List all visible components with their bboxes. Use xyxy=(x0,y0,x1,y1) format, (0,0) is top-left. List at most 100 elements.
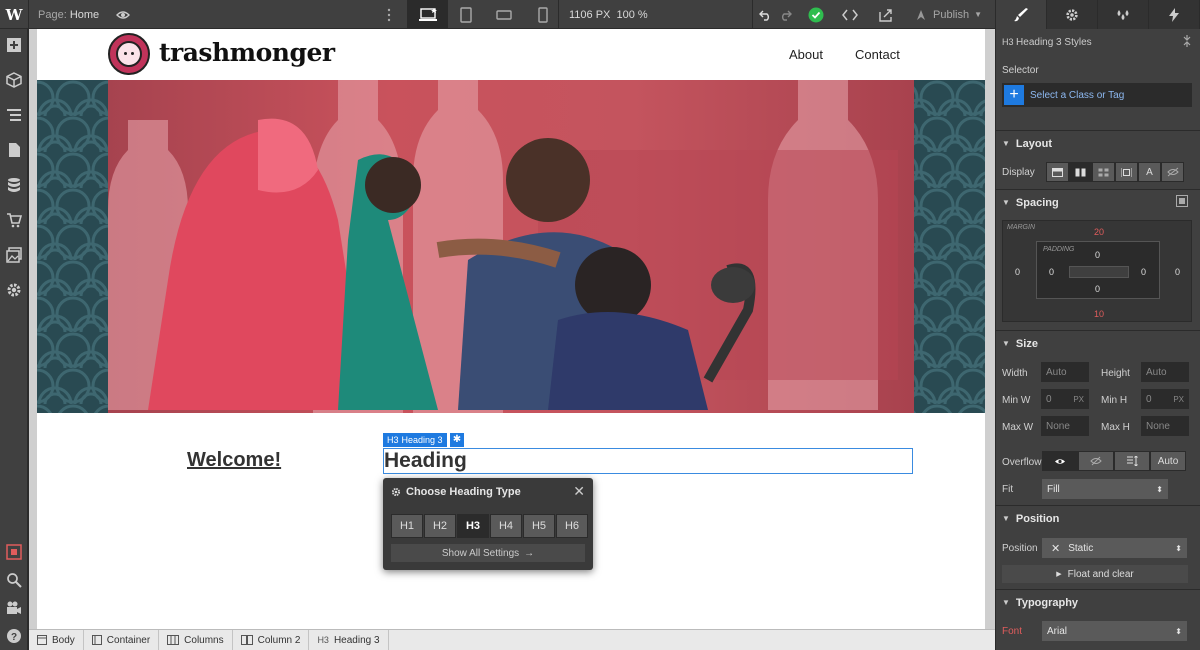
webflow-logo[interactable]: W xyxy=(0,0,28,29)
breadcrumb-container[interactable]: Container xyxy=(84,629,160,650)
margin-top-value[interactable]: 20 xyxy=(1094,227,1104,237)
margin-left-value[interactable]: 0 xyxy=(1015,267,1020,277)
selector-input[interactable]: + Select a Class or Tag xyxy=(1002,83,1192,107)
code-export-icon[interactable] xyxy=(838,0,862,29)
heading-type-h2[interactable]: H2 xyxy=(424,514,456,538)
popup-title: Choose Heading Type xyxy=(391,486,521,498)
more-options-icon[interactable] xyxy=(382,0,396,29)
padding-bottom-value[interactable]: 0 xyxy=(1095,284,1100,294)
nav-link-about[interactable]: About xyxy=(789,47,823,62)
close-icon[interactable]: ✕ xyxy=(573,483,585,500)
heading-type-h4[interactable]: H4 xyxy=(490,514,522,538)
heading-type-h3[interactable]: H3 xyxy=(457,514,489,538)
display-grid-icon[interactable] xyxy=(1092,162,1115,182)
search-icon[interactable] xyxy=(0,566,28,594)
max-width-input[interactable]: None xyxy=(1041,416,1089,436)
layout-section-header[interactable]: ▼ Layout xyxy=(996,130,1200,156)
tab-style-brush-icon[interactable] xyxy=(996,0,1047,29)
breadcrumb-heading-3[interactable]: H3 Heading 3 xyxy=(309,629,389,650)
width-input[interactable]: Auto xyxy=(1041,362,1089,382)
size-section-header[interactable]: ▼ Size xyxy=(996,330,1200,356)
padding-top-value[interactable]: 0 xyxy=(1095,250,1100,260)
breadcrumb-columns[interactable]: Columns xyxy=(159,629,233,650)
share-icon[interactable] xyxy=(874,0,898,29)
publish-button[interactable]: Publish ▼ xyxy=(910,0,986,29)
show-all-settings-button[interactable]: Show All Settings → xyxy=(391,544,585,562)
status-check-icon[interactable] xyxy=(804,0,828,29)
min-height-input[interactable]: 0 PX xyxy=(1141,389,1189,409)
redo-icon[interactable] xyxy=(776,0,794,29)
float-and-clear-toggle[interactable]: ▶ Float and clear xyxy=(1002,565,1188,583)
breadcrumb-column-2[interactable]: Column 2 xyxy=(233,629,310,650)
undo-icon[interactable] xyxy=(756,0,774,29)
element-settings-gear-icon[interactable]: ✱ xyxy=(450,433,464,447)
tab-settings-gear-icon[interactable] xyxy=(1047,0,1098,29)
display-inline-block-icon[interactable] xyxy=(1115,162,1138,182)
max-height-input[interactable]: None xyxy=(1141,416,1189,436)
margin-bottom-value[interactable]: 10 xyxy=(1094,309,1104,319)
cms-database-icon[interactable] xyxy=(0,171,28,199)
margin-box[interactable]: MARGIN 20 10 0 0 PADDING 0 0 0 0 xyxy=(1002,220,1192,322)
heading-type-h1[interactable]: H1 xyxy=(391,514,423,538)
spacing-expand-icon[interactable] xyxy=(1176,195,1190,207)
brand-logo-icon[interactable] xyxy=(108,33,150,75)
min-height-unit[interactable]: PX xyxy=(1173,395,1184,404)
heading-type-h6[interactable]: H6 xyxy=(556,514,588,538)
display-none-icon[interactable] xyxy=(1161,162,1184,182)
selected-tag-type: H3 xyxy=(387,435,399,445)
columns-row[interactable]: Welcome! H3 Heading 3 ✱ Heading Choose H… xyxy=(37,413,985,629)
display-block-icon[interactable] xyxy=(1046,162,1069,182)
record-icon[interactable] xyxy=(0,538,28,566)
mobile-portrait-viewport-icon[interactable] xyxy=(530,0,556,29)
overflow-auto-button[interactable]: Auto xyxy=(1150,451,1186,471)
symbols-cube-icon[interactable] xyxy=(0,66,28,94)
video-tutorials-icon[interactable] xyxy=(0,594,28,622)
padding-left-value[interactable]: 0 xyxy=(1049,267,1054,277)
fit-select[interactable]: Fill ⬍ xyxy=(1042,479,1168,499)
tab-style-manager-drops-icon[interactable] xyxy=(1098,0,1149,29)
padding-box[interactable]: PADDING 0 0 0 0 xyxy=(1036,241,1160,299)
assets-images-icon[interactable] xyxy=(0,241,28,269)
brand-name[interactable]: trashmonger xyxy=(159,38,335,67)
overflow-visible-eye-icon[interactable] xyxy=(1042,451,1078,471)
typography-section-header[interactable]: ▼ Typography xyxy=(996,589,1200,615)
page-selector[interactable]: Page: Home xyxy=(38,0,99,29)
site-header[interactable]: trashmonger About Contact xyxy=(37,29,985,80)
font-select[interactable]: Arial ⬍ xyxy=(1042,621,1187,641)
hero-photo[interactable] xyxy=(108,80,914,413)
overflow-scroll-icon[interactable] xyxy=(1114,451,1150,471)
add-class-plus-icon[interactable]: + xyxy=(1004,85,1024,105)
pages-icon[interactable] xyxy=(0,136,28,164)
tab-interactions-bolt-icon[interactable] xyxy=(1149,0,1200,29)
position-select[interactable]: ✕ Static ⬍ xyxy=(1042,538,1187,558)
collapse-panel-icon[interactable] xyxy=(1182,34,1194,48)
ecommerce-cart-icon[interactable] xyxy=(0,206,28,234)
height-input[interactable]: Auto xyxy=(1141,362,1189,382)
breadcrumb-body[interactable]: Body xyxy=(29,629,84,650)
display-inline-icon[interactable]: A xyxy=(1138,162,1161,182)
desktop-viewport-icon[interactable] xyxy=(408,0,448,29)
tablet-viewport-icon[interactable] xyxy=(452,0,480,29)
help-icon[interactable]: ? xyxy=(0,622,28,650)
min-width-unit[interactable]: PX xyxy=(1073,395,1084,404)
heading-type-h5[interactable]: H5 xyxy=(523,514,555,538)
overflow-hidden-icon[interactable] xyxy=(1078,451,1114,471)
navigator-icon[interactable] xyxy=(0,101,28,129)
add-element-icon[interactable] xyxy=(0,31,28,59)
page-body[interactable]: trashmonger About Contact Welcome! H3 He… xyxy=(37,29,985,629)
position-section-header[interactable]: ▼ Position xyxy=(996,505,1200,531)
margin-right-value[interactable]: 0 xyxy=(1175,267,1180,277)
settings-gear-icon[interactable] xyxy=(0,276,28,304)
hero-section[interactable] xyxy=(37,80,985,413)
min-width-input[interactable]: 0 PX xyxy=(1041,389,1089,409)
selected-heading[interactable]: Heading xyxy=(383,448,913,474)
display-flex-icon[interactable] xyxy=(1069,162,1092,182)
mobile-landscape-viewport-icon[interactable] xyxy=(490,0,518,29)
nav-link-contact[interactable]: Contact xyxy=(855,47,900,62)
preview-eye-icon[interactable] xyxy=(112,0,134,29)
welcome-heading[interactable]: Welcome! xyxy=(187,449,281,472)
design-canvas[interactable]: trashmonger About Contact Welcome! H3 He… xyxy=(29,29,995,629)
selected-element-tag[interactable]: H3 Heading 3 xyxy=(383,433,447,447)
padding-right-value[interactable]: 0 xyxy=(1141,267,1146,277)
spacing-section-header[interactable]: ▼ Spacing xyxy=(996,189,1200,215)
